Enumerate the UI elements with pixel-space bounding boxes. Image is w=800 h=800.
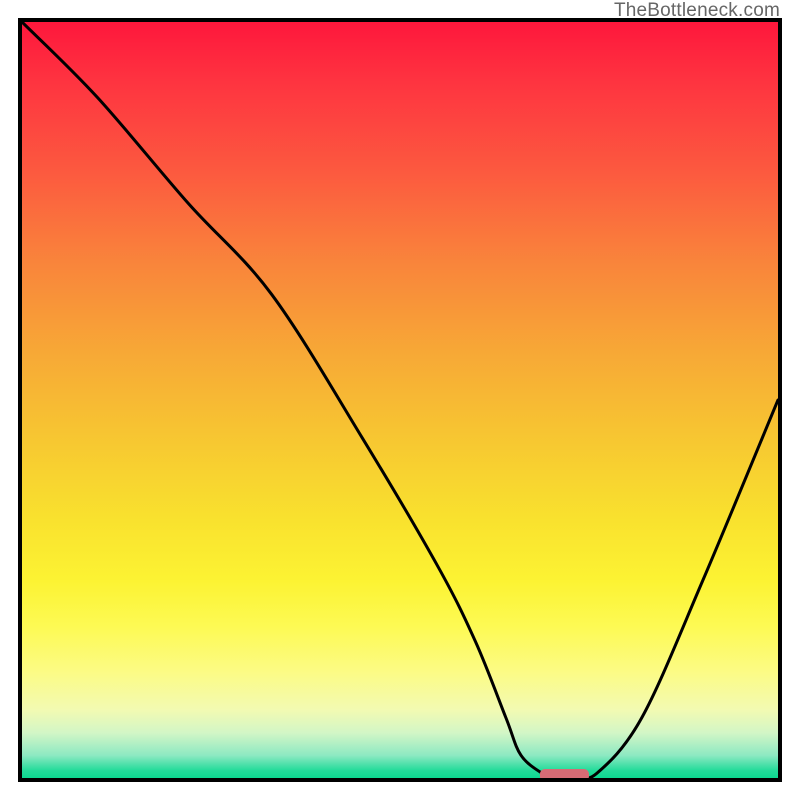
plot-area bbox=[18, 18, 782, 782]
optimum-marker bbox=[540, 769, 589, 778]
curve-layer bbox=[22, 22, 778, 778]
bottleneck-curve bbox=[22, 22, 778, 778]
chart-frame: TheBottleneck.com bbox=[0, 0, 800, 800]
